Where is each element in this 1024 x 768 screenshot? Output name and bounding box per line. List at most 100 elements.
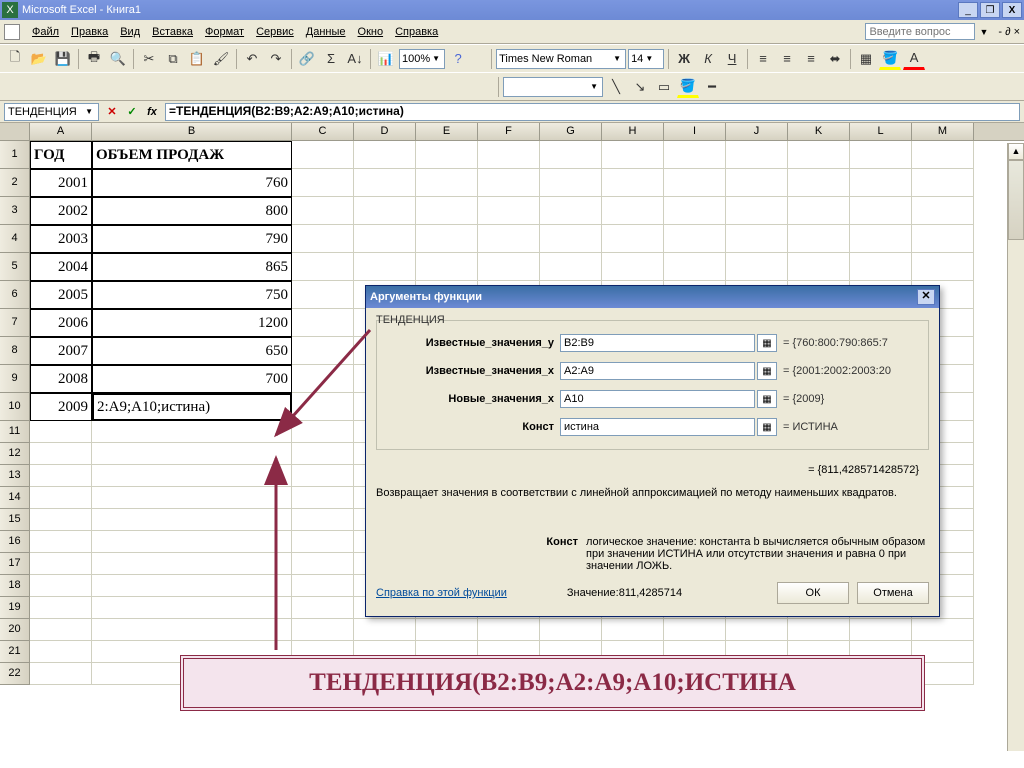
arg-y-range-icon[interactable]: ▦ bbox=[757, 334, 777, 352]
bold-icon[interactable]: Ж bbox=[673, 48, 695, 70]
cell[interactable] bbox=[602, 141, 664, 169]
cell[interactable] bbox=[664, 141, 726, 169]
row-header[interactable]: 15 bbox=[0, 509, 30, 531]
cell[interactable] bbox=[92, 465, 292, 487]
row-header[interactable]: 8 bbox=[0, 337, 30, 365]
cell[interactable]: 1200 bbox=[92, 309, 292, 337]
cell[interactable]: 760 bbox=[92, 169, 292, 197]
cell[interactable] bbox=[30, 619, 92, 641]
copy-icon[interactable]: ⧉ bbox=[162, 48, 184, 70]
cell[interactable] bbox=[354, 619, 416, 641]
scroll-up-icon[interactable]: ▲ bbox=[1008, 143, 1024, 160]
format-painter-icon[interactable]: 🖌 bbox=[210, 48, 232, 70]
cell[interactable]: 2007 bbox=[30, 337, 92, 365]
cell[interactable]: 2004 bbox=[30, 253, 92, 281]
col-header-C[interactable]: C bbox=[292, 123, 354, 140]
cell[interactable]: 2002 bbox=[30, 197, 92, 225]
cell[interactable]: 2005 bbox=[30, 281, 92, 309]
cell[interactable] bbox=[912, 169, 974, 197]
col-header-I[interactable]: I bbox=[664, 123, 726, 140]
arg-newx-range-icon[interactable]: ▦ bbox=[757, 390, 777, 408]
cell[interactable] bbox=[478, 141, 540, 169]
cell[interactable] bbox=[92, 597, 292, 619]
arg-y-input[interactable] bbox=[560, 334, 755, 352]
cell[interactable]: ГОД bbox=[30, 141, 92, 169]
paste-icon[interactable]: 📋 bbox=[186, 48, 208, 70]
cell[interactable] bbox=[354, 197, 416, 225]
cell[interactable] bbox=[726, 619, 788, 641]
cell[interactable] bbox=[292, 553, 354, 575]
row-header[interactable]: 14 bbox=[0, 487, 30, 509]
col-header-A[interactable]: A bbox=[30, 123, 92, 140]
row-header[interactable]: 11 bbox=[0, 421, 30, 443]
undo-icon[interactable]: ↶ bbox=[241, 48, 263, 70]
cell[interactable] bbox=[912, 253, 974, 281]
help-search-input[interactable] bbox=[865, 23, 975, 40]
cell[interactable] bbox=[788, 619, 850, 641]
menu-data[interactable]: Данные bbox=[300, 24, 352, 40]
borders-icon[interactable]: ▦ bbox=[855, 48, 877, 70]
cell[interactable] bbox=[664, 169, 726, 197]
merge-icon[interactable]: ⬌ bbox=[824, 48, 846, 70]
cell[interactable] bbox=[850, 225, 912, 253]
cell[interactable]: 790 bbox=[92, 225, 292, 253]
cell[interactable] bbox=[30, 465, 92, 487]
cell[interactable] bbox=[416, 141, 478, 169]
col-header-B[interactable]: B bbox=[92, 123, 292, 140]
font-combo[interactable]: Times New Roman▼ bbox=[496, 49, 626, 69]
cell[interactable] bbox=[912, 225, 974, 253]
dialog-cancel-button[interactable]: Отмена bbox=[857, 582, 929, 604]
cell[interactable] bbox=[726, 253, 788, 281]
cell[interactable] bbox=[912, 197, 974, 225]
cell[interactable] bbox=[850, 169, 912, 197]
cut-icon[interactable]: ✂ bbox=[138, 48, 160, 70]
cell[interactable] bbox=[416, 253, 478, 281]
menu-service[interactable]: Сервис bbox=[250, 24, 300, 40]
cell[interactable] bbox=[602, 253, 664, 281]
sum-icon[interactable]: Σ bbox=[320, 48, 342, 70]
cell[interactable] bbox=[292, 337, 354, 365]
drawing-rect-icon[interactable]: ▭ bbox=[653, 76, 675, 98]
underline-icon[interactable]: Ч bbox=[721, 48, 743, 70]
cell[interactable] bbox=[30, 443, 92, 465]
dialog-ok-button[interactable]: ОК bbox=[777, 582, 849, 604]
cell[interactable] bbox=[292, 619, 354, 641]
menu-file[interactable]: Файл bbox=[26, 24, 65, 40]
cell[interactable] bbox=[912, 619, 974, 641]
col-header-M[interactable]: M bbox=[912, 123, 974, 140]
cell[interactable] bbox=[788, 169, 850, 197]
row-header[interactable]: 3 bbox=[0, 197, 30, 225]
vertical-scrollbar[interactable]: ▲ bbox=[1007, 143, 1024, 751]
row-header[interactable]: 17 bbox=[0, 553, 30, 575]
cell[interactable] bbox=[292, 443, 354, 465]
help-search-dropdown-icon[interactable]: ▼ bbox=[979, 27, 988, 37]
cell[interactable] bbox=[416, 169, 478, 197]
cell[interactable] bbox=[850, 253, 912, 281]
cell[interactable] bbox=[664, 197, 726, 225]
row-header[interactable]: 21 bbox=[0, 641, 30, 663]
cell[interactable] bbox=[92, 443, 292, 465]
cell[interactable] bbox=[416, 225, 478, 253]
preview-icon[interactable]: 🔍 bbox=[107, 48, 129, 70]
cell[interactable]: 2:A9;A10;истина) bbox=[92, 393, 292, 421]
minimize-button[interactable]: _ bbox=[958, 2, 978, 18]
arg-const-input[interactable] bbox=[560, 418, 755, 436]
row-header[interactable]: 13 bbox=[0, 465, 30, 487]
cell[interactable] bbox=[292, 281, 354, 309]
cell[interactable] bbox=[292, 253, 354, 281]
cell[interactable] bbox=[540, 253, 602, 281]
col-header-L[interactable]: L bbox=[850, 123, 912, 140]
cell[interactable] bbox=[602, 197, 664, 225]
cell[interactable] bbox=[788, 141, 850, 169]
col-header-E[interactable]: E bbox=[416, 123, 478, 140]
col-header-G[interactable]: G bbox=[540, 123, 602, 140]
dialog-title-bar[interactable]: Аргументы функции ✕ bbox=[366, 286, 939, 308]
drawing-shape-combo[interactable]: ▼ bbox=[503, 77, 603, 97]
cell[interactable] bbox=[292, 393, 354, 421]
cell[interactable] bbox=[354, 225, 416, 253]
col-header-J[interactable]: J bbox=[726, 123, 788, 140]
cell[interactable] bbox=[726, 197, 788, 225]
row-header[interactable]: 20 bbox=[0, 619, 30, 641]
cell[interactable] bbox=[92, 487, 292, 509]
insert-function-icon[interactable]: fx bbox=[143, 103, 161, 121]
